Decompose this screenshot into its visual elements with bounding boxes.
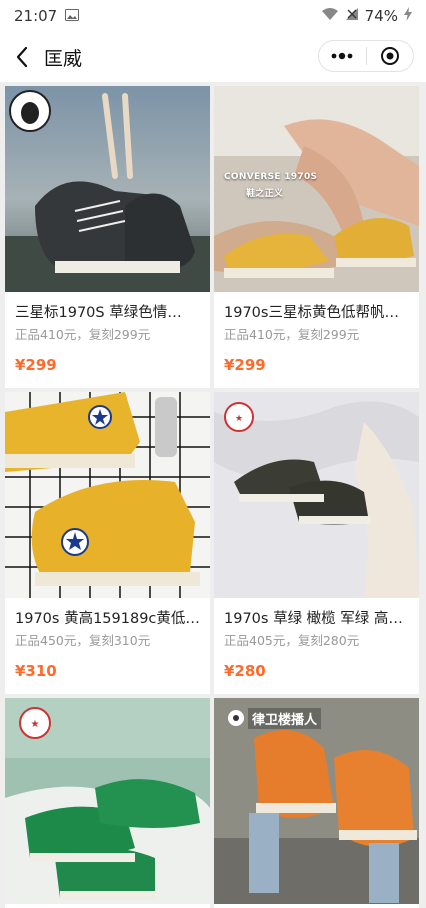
status-bar: 21:07 74% [0,0,426,32]
image-icon [65,7,80,25]
no-sim-icon [345,7,359,25]
more-button[interactable] [319,41,366,71]
status-time: 21:07 [14,7,58,25]
product-price-compare: 正品410元，复刻299元 [224,327,360,342]
product-price: ¥310 [15,662,57,680]
navigation-bar: 匡威 [0,32,426,82]
product-image: 律卫楼播人 [214,698,419,904]
product-image [5,86,210,292]
product-price: ¥299 [15,356,57,374]
more-dots-icon [331,52,353,60]
product-price-compare: 正品450元，复刻310元 [15,633,151,648]
wifi-icon [321,7,339,25]
product-title: 1970s 黄高159189c黄低… [15,611,200,627]
product-image: ★ [5,698,210,904]
page-title: 匡威 [44,47,83,70]
close-mini-program-button[interactable] [367,41,414,71]
product-card[interactable]: 1970s 黄高159189c黄低… 正品450元，复刻310元 ¥310 [5,392,210,694]
product-card[interactable]: CONVERSE 1970S 鞋之正义 1970s三星标黄色低帮帆… 正品410… [214,86,419,388]
product-title: 1970s三星标黄色低帮帆… [224,305,399,321]
svg-text:★: ★ [31,719,40,730]
image-overlay-text: 律卫楼播人 [248,708,322,729]
back-arrow-icon [16,46,28,68]
product-price: ¥280 [224,662,266,680]
product-price-compare: 正品410元，复刻299元 [15,327,151,342]
svg-text:★: ★ [235,414,243,424]
battery-charging-icon [404,7,412,25]
mini-program-capsule [318,40,414,72]
image-overlay-subtext: 鞋之正义 [246,189,284,199]
product-title: 1970s 草绿 橄榄 军绿 高… [224,611,403,627]
product-card[interactable]: ★ 1970s 草绿 橄榄 军绿 高… 正品405元，复刻280元 ¥280 [214,392,419,694]
product-image: ★ [214,392,419,598]
product-title: 三星标1970S 草绿色情… [15,305,182,321]
product-card[interactable]: ★ [5,698,210,908]
product-image [5,392,210,598]
product-card[interactable]: 三星标1970S 草绿色情… 正品410元，复刻299元 ¥299 [5,86,210,388]
image-overlay-text: CONVERSE 1970S [224,172,318,182]
product-image: CONVERSE 1970S 鞋之正义 [214,86,419,292]
product-price: ¥299 [224,356,266,374]
target-icon [380,47,399,65]
battery-text: 74% [364,7,398,25]
product-price-compare: 正品405元，复刻280元 [224,633,360,648]
back-button[interactable] [2,32,42,82]
product-card[interactable]: 律卫楼播人 [214,698,419,908]
